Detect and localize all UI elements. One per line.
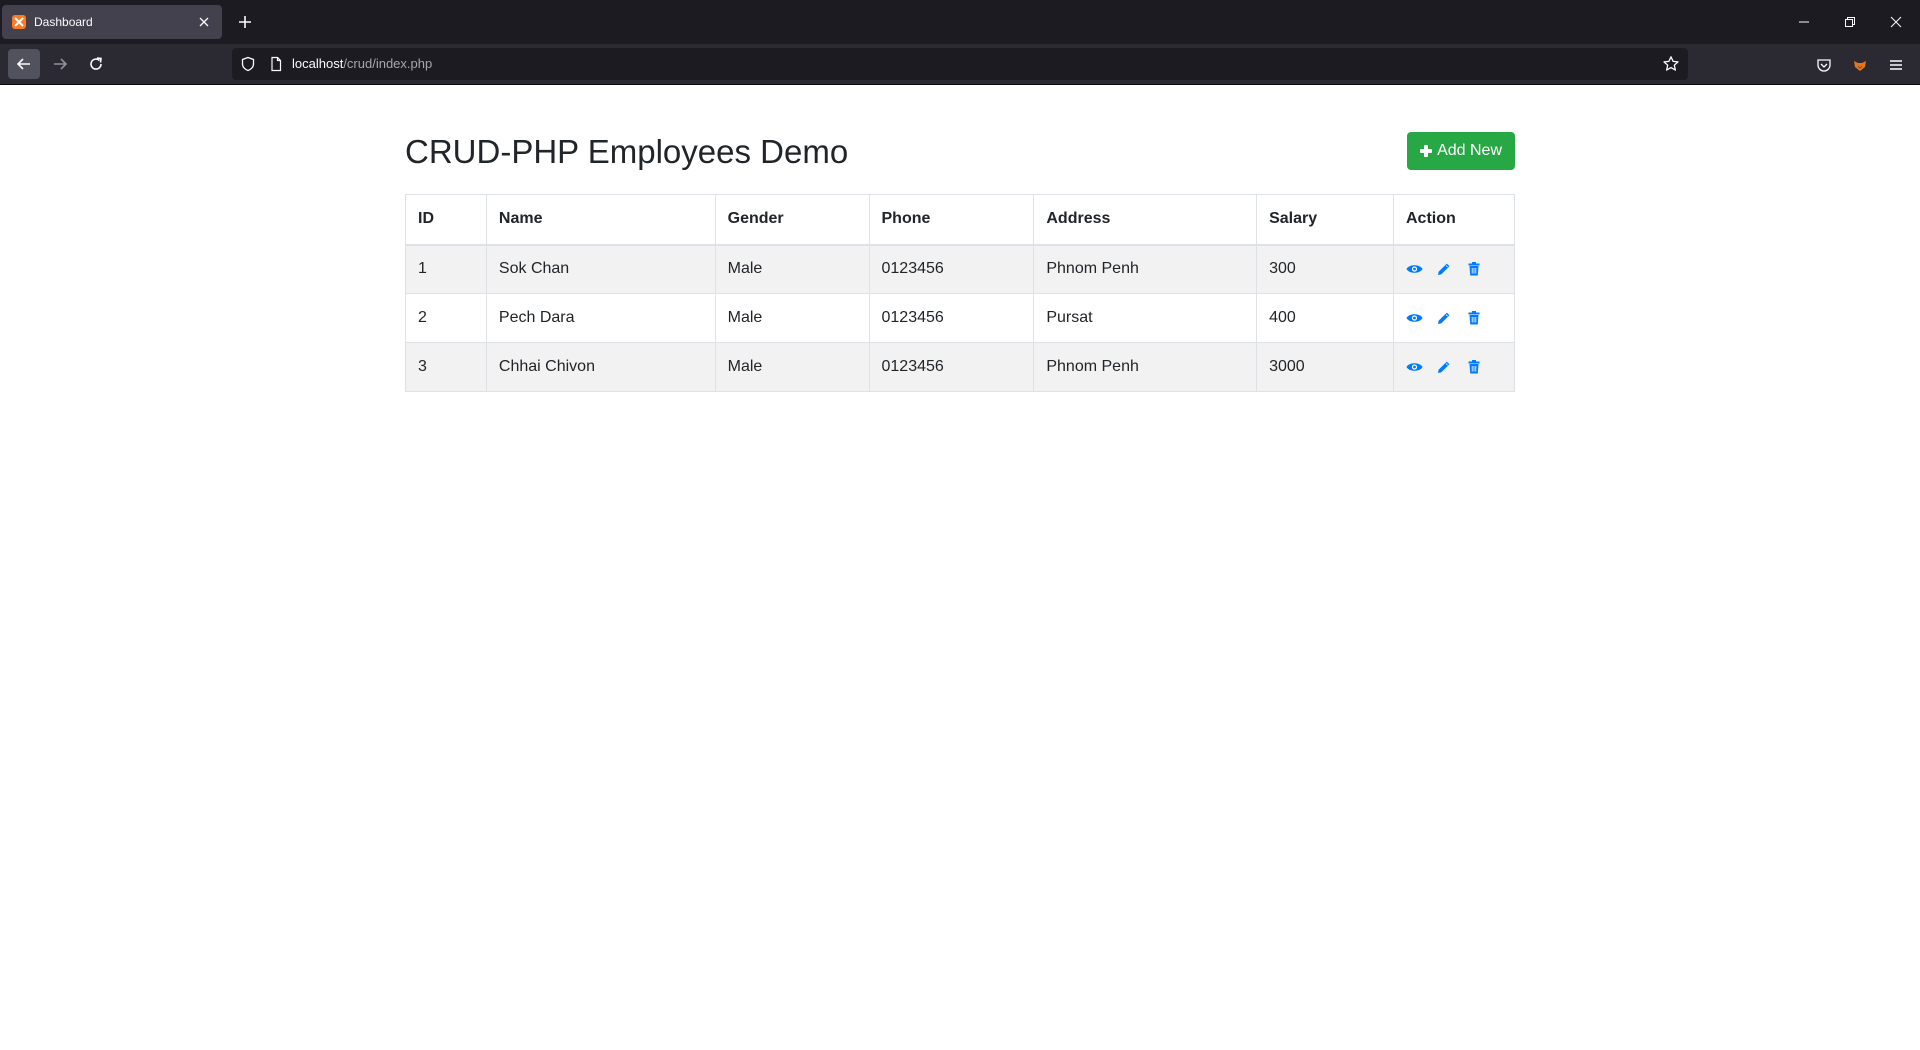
- add-new-label: Add New: [1437, 142, 1502, 159]
- xampp-favicon-icon: [12, 15, 26, 29]
- pencil-icon[interactable]: [1436, 310, 1453, 327]
- tab-dashboard[interactable]: Dashboard: [2, 5, 222, 39]
- header-name: Name: [485, 194, 716, 246]
- row-actions: [1406, 310, 1502, 327]
- cell-actions: [1392, 342, 1516, 392]
- plus-icon: [1420, 145, 1433, 157]
- cell-phone: 0123456: [868, 342, 1035, 392]
- page-title: CRUD-PHP Employees Demo: [405, 133, 849, 170]
- eye-icon[interactable]: [1406, 310, 1423, 327]
- cell-address: Pursat: [1033, 293, 1258, 343]
- minimize-icon[interactable]: [1792, 10, 1816, 34]
- pocket-icon[interactable]: [1814, 55, 1834, 75]
- window-close-icon[interactable]: [1884, 10, 1908, 34]
- add-new-button[interactable]: Add New: [1407, 132, 1515, 170]
- cell-id: 1: [405, 244, 487, 294]
- shield-icon[interactable]: [240, 56, 256, 77]
- table-row: 3 Chhai Chivon Male 0123456 Phnom Penh 3…: [405, 342, 1516, 392]
- restore-icon[interactable]: [1838, 10, 1862, 34]
- url-host: localhost: [292, 56, 344, 71]
- menu-icon[interactable]: [1886, 55, 1906, 75]
- cell-salary: 400: [1256, 293, 1394, 343]
- row-actions: [1406, 261, 1502, 278]
- row-actions: [1406, 359, 1502, 376]
- cell-address: Phnom Penh: [1033, 244, 1258, 294]
- cell-address: Phnom Penh: [1033, 342, 1258, 392]
- header-phone: Phone: [868, 194, 1035, 246]
- cell-gender: Male: [714, 244, 870, 294]
- cell-name: Pech Dara: [485, 293, 716, 343]
- pencil-icon[interactable]: [1436, 359, 1453, 376]
- trash-icon[interactable]: [1466, 261, 1483, 278]
- browser-nav-bar: localhost/crud/index.php: [0, 44, 1920, 85]
- new-tab-plus-icon[interactable]: [235, 12, 255, 32]
- cell-phone: 0123456: [868, 244, 1035, 294]
- employees-table: ID Name Gender Phone Address Salary Acti…: [405, 194, 1516, 392]
- table-row: 1 Sok Chan Male 0123456 Phnom Penh 300: [405, 244, 1516, 294]
- table-header-row: ID Name Gender Phone Address Salary Acti…: [405, 194, 1516, 246]
- cell-name: Chhai Chivon: [485, 342, 716, 392]
- cell-id: 2: [405, 293, 487, 343]
- tab-title: Dashboard: [34, 15, 93, 29]
- page-icon: [268, 56, 284, 77]
- page-content: CRUD-PHP Employees Demo Add New ID Name …: [0, 86, 1920, 1050]
- header-gender: Gender: [714, 194, 870, 246]
- url-path: /crud/index.php: [343, 56, 433, 71]
- cell-actions: [1392, 293, 1516, 343]
- cell-actions: [1392, 244, 1516, 294]
- header-address: Address: [1033, 194, 1258, 246]
- back-icon[interactable]: [8, 49, 40, 79]
- tab-close-icon[interactable]: [196, 14, 212, 30]
- star-icon[interactable]: [1662, 55, 1680, 78]
- browser-tab-bar: Dashboard: [0, 0, 1920, 44]
- extension-fox-icon[interactable]: [1850, 55, 1870, 75]
- url-text[interactable]: localhost/crud/index.php: [292, 56, 432, 72]
- cell-gender: Male: [714, 342, 870, 392]
- eye-icon[interactable]: [1406, 261, 1423, 278]
- reload-icon[interactable]: [80, 49, 112, 79]
- header-salary: Salary: [1256, 194, 1394, 246]
- cell-name: Sok Chan: [485, 244, 716, 294]
- header-action: Action: [1392, 194, 1516, 246]
- eye-icon[interactable]: [1406, 359, 1423, 376]
- cell-phone: 0123456: [868, 293, 1035, 343]
- cell-salary: 3000: [1256, 342, 1394, 392]
- table-row: 2 Pech Dara Male 0123456 Pursat 400: [405, 293, 1516, 343]
- cell-id: 3: [405, 342, 487, 392]
- url-bar[interactable]: localhost/crud/index.php: [232, 48, 1688, 80]
- trash-icon[interactable]: [1466, 310, 1483, 327]
- cell-salary: 300: [1256, 244, 1394, 294]
- header-id: ID: [405, 194, 487, 246]
- trash-icon[interactable]: [1466, 359, 1483, 376]
- forward-icon[interactable]: [44, 49, 76, 79]
- cell-gender: Male: [714, 293, 870, 343]
- pencil-icon[interactable]: [1436, 261, 1453, 278]
